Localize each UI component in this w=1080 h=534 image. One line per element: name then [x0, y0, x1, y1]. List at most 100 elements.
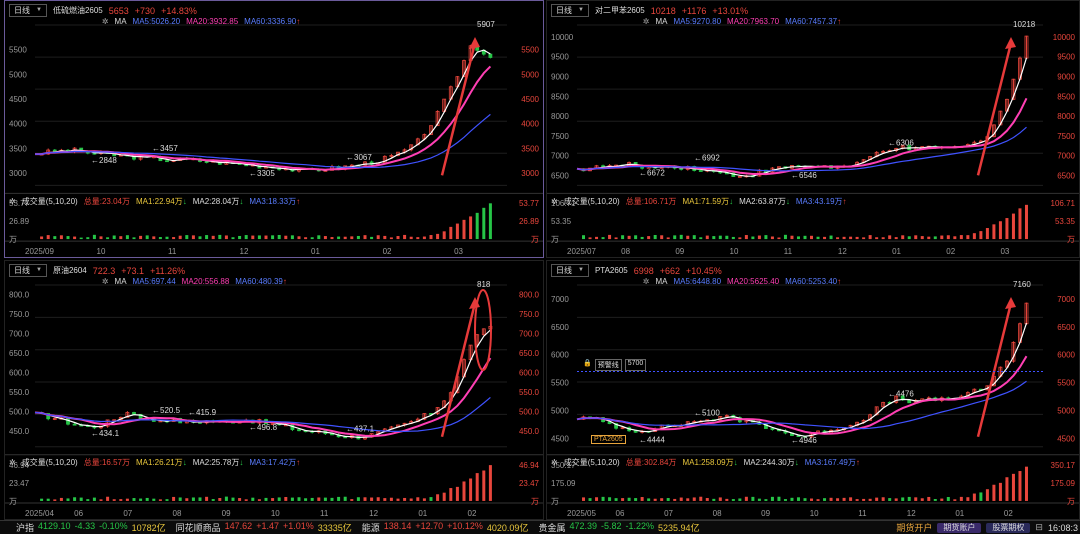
volume-bar [403, 234, 407, 240]
volume-bar [783, 234, 787, 240]
alert-tag[interactable]: 🔒 预警线 5700 [583, 359, 647, 372]
volume-bar [211, 499, 215, 501]
x-tick-label: 06 [616, 509, 625, 518]
contract-tag: PTA2605 [591, 434, 626, 444]
volume-bar [337, 236, 341, 240]
alert-label: 预警线 [594, 359, 622, 372]
volume-bar [290, 235, 294, 240]
volume-bar [927, 496, 931, 501]
volume-bar [595, 497, 599, 501]
chart-canvas[interactable]: 7000 7000 6500 6500 6000 6000 5500 5500 5000 5000… [547, 261, 1079, 519]
volume-bar [640, 236, 644, 240]
price-annotation: ←3457 [152, 144, 178, 153]
ticker-value: 138.14 [383, 521, 412, 531]
x-tick-label: 10 [730, 247, 739, 256]
ma5-line [576, 322, 1028, 437]
index-ticker[interactable]: 同花顺商品 147.62 +1.47 +1.01% 33335亿 [176, 521, 352, 534]
volume-bar [888, 498, 892, 501]
futures-account-button[interactable]: 期货账户 [937, 522, 982, 533]
chart-panel-low-sulfur-fuel-oil[interactable]: 日线 ▼ 低硫燃油2605 5653 +730 +14.83% ✲ MA MA5:50… [4, 0, 544, 258]
ticker-amount: 5235.94亿 [658, 523, 700, 533]
volume-bar [257, 499, 261, 501]
volume-bar [310, 237, 314, 240]
volume-bar [959, 235, 963, 240]
price-annotation: ←4946 [791, 436, 817, 445]
ticker-pct: -0.10% [99, 521, 128, 531]
volume-bar [442, 492, 446, 501]
volume-bar [198, 236, 202, 240]
volume-bar [933, 498, 937, 501]
volume-bar [244, 235, 248, 240]
volume-total: 总量:302.84万 [625, 458, 677, 468]
volume-bar [40, 236, 44, 240]
open-account-link[interactable]: 期货开户 [896, 521, 932, 534]
volume-bar [86, 499, 90, 501]
y-tick-label-left: 6500 [551, 323, 569, 332]
x-tick-label: 08 [173, 509, 182, 518]
volume-bar [178, 235, 182, 240]
y-tick-label-right: 8000 [1057, 112, 1075, 121]
index-ticker[interactable]: 沪指 4129.10 -4.33 -0.10% 10782亿 [16, 521, 166, 534]
volume-bar [810, 235, 814, 240]
volume-bar [770, 496, 774, 501]
volume-bar [92, 234, 96, 240]
volume-bar [823, 498, 827, 501]
x-tick-label: 01 [955, 509, 964, 518]
volume-bar [284, 235, 288, 240]
volume-bar [442, 231, 446, 240]
y-tick-label-right: 500.0 [519, 408, 540, 417]
y-tick-label-right: 650.0 [519, 349, 540, 358]
y-tick-label-right: 3500 [521, 144, 539, 153]
volume-bar [744, 235, 748, 240]
volume-bar [673, 235, 677, 240]
volume-bar [363, 235, 367, 240]
volume-bar [1018, 471, 1022, 501]
y-tick-label-left: 500.0 [9, 408, 30, 417]
y-tick-label-left: 6500 [551, 171, 569, 180]
volume-ma1: MA1:258.09万↓ [682, 458, 738, 468]
volume-bar [264, 235, 268, 240]
volume-bar [836, 498, 840, 501]
volume-bar [588, 498, 592, 501]
volume-bar [770, 236, 774, 240]
volume-bar [383, 498, 387, 501]
volume-bar [158, 499, 162, 501]
index-ticker[interactable]: 能源 138.14 +12.70 +10.12% 4020.09亿 [362, 521, 529, 534]
y-tick-label-right: 5500 [521, 46, 539, 55]
index-ticker[interactable]: 贵金属 472.39 -5.82 -1.22% 5235.94亿 [538, 521, 699, 534]
gear-icon[interactable]: ✲ [9, 458, 16, 467]
x-tick-label: 2025/05 [567, 509, 596, 518]
volume-bar [972, 233, 976, 240]
ticker-name: 能源 [361, 523, 380, 533]
vol-tick-label-right: 175.09 [1051, 479, 1076, 488]
volume-bar [796, 497, 800, 501]
gear-icon[interactable]: ✲ [551, 197, 558, 206]
volume-bar [218, 498, 222, 501]
volume-bar [132, 498, 136, 501]
volume-bar [389, 237, 393, 240]
volume-bar [868, 235, 872, 240]
volume-bar [686, 235, 690, 240]
chart-panel-pta[interactable]: 日线 ▼ PTA2605 6998 +662 +10.45% ✲ MA MA5:644… [546, 260, 1080, 520]
chart-canvas[interactable]: 800.0 800.0 750.0 750.0 700.0 700.0 650.0 650.0… [5, 261, 543, 519]
volume-bar [436, 233, 440, 240]
x-tick-label: 07 [123, 509, 132, 518]
volume-title: 成交量(5,10,20) [21, 458, 78, 468]
price-annotation: 7160 [1013, 280, 1031, 289]
y-tick-label-left: 8500 [551, 92, 569, 101]
chart-canvas[interactable]: 5500 5500 5000 5000 4500 4500 4000 4000 3500 3500… [5, 1, 543, 257]
volume-bar [894, 498, 898, 501]
gear-icon[interactable]: ✲ [551, 458, 558, 467]
volume-bar [92, 497, 96, 501]
volume-bar [40, 498, 44, 501]
volume-ma1: MA1:22.94万↓ [135, 196, 187, 206]
candle-body [698, 170, 703, 172]
stock-options-button[interactable]: 股票期权 [986, 522, 1031, 533]
chart-panel-paraxylene[interactable]: 日线 ▼ 对二甲苯2605 10218 +1176 +13.01% ✲ MA MA5:… [546, 0, 1080, 258]
volume-bar [790, 497, 794, 501]
volume-bar [992, 224, 996, 240]
gear-icon[interactable]: ✲ [9, 197, 16, 206]
chart-panel-crude-oil[interactable]: 日线 ▼ 原油2604 722.3 +73.1 +11.26% ✲ MA MA5:69… [4, 260, 544, 520]
volume-bar [842, 236, 846, 240]
chart-canvas[interactable]: 10000 10000 9500 9500 9000 9000 8500 8500 8000 80… [547, 1, 1079, 257]
